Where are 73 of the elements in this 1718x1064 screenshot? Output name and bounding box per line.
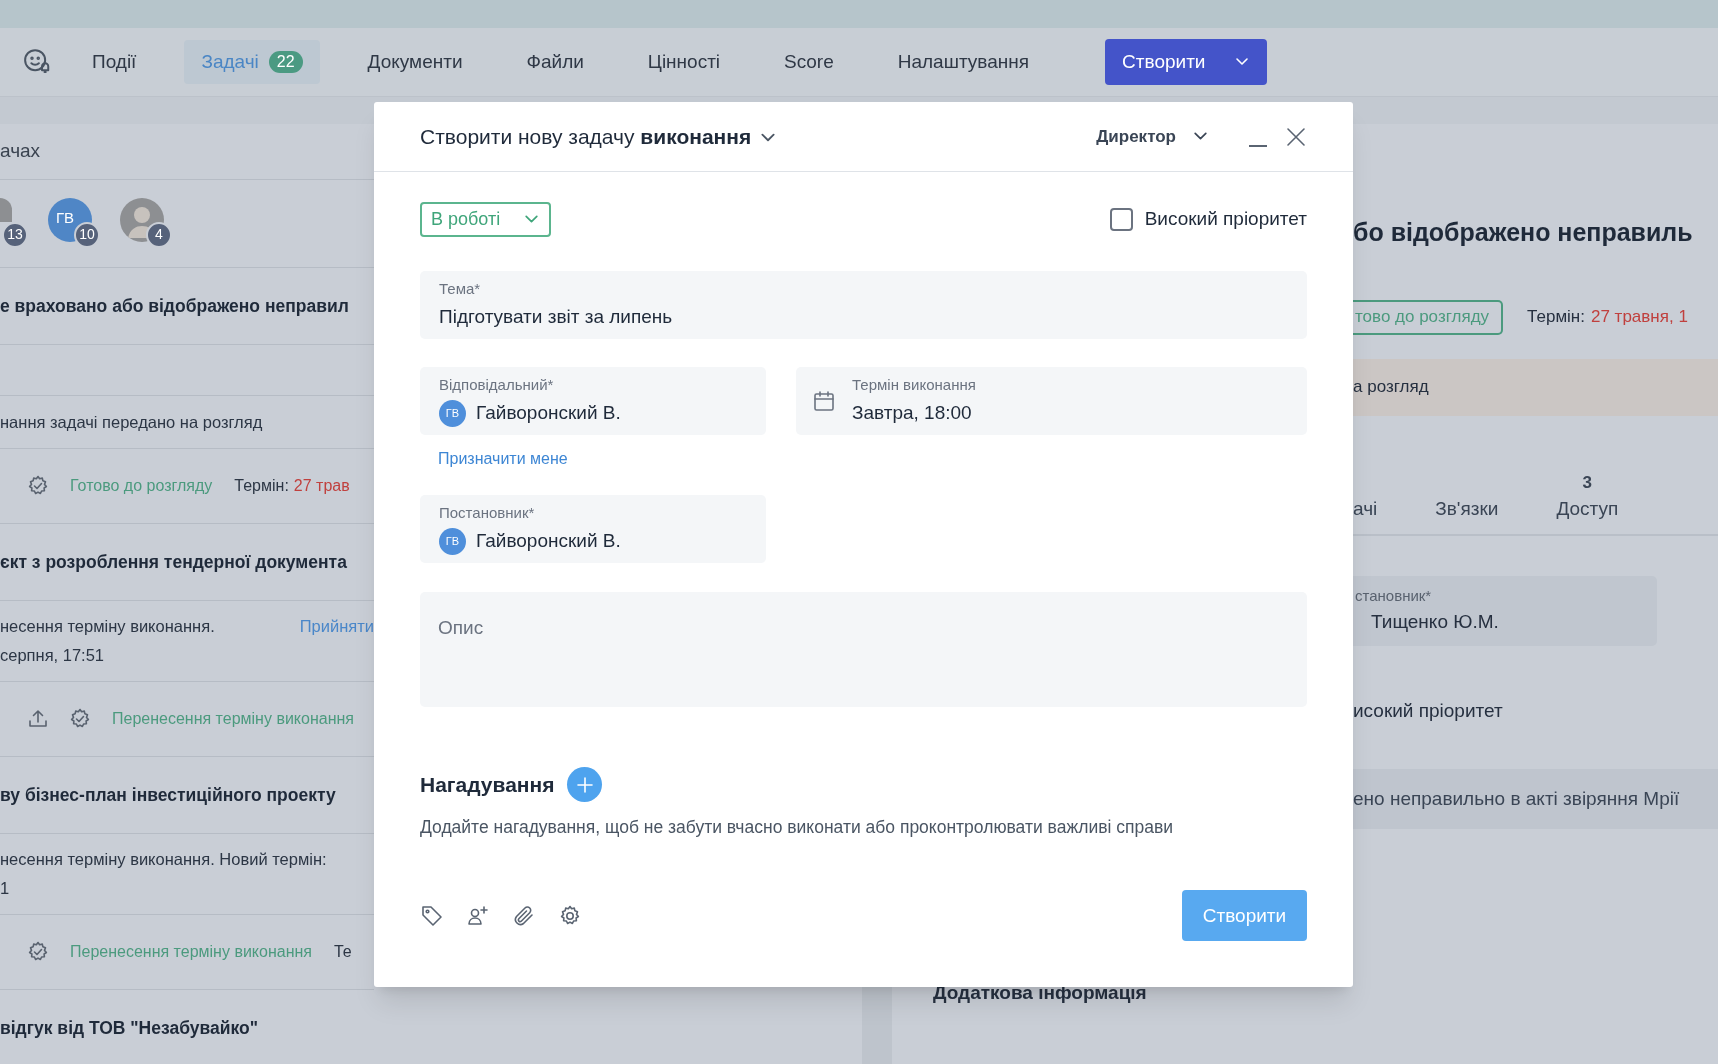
event-text: несення терміну виконання. — [0, 616, 215, 637]
due-date-field[interactable]: Термін виконання Завтра, 18:00 — [796, 367, 1307, 435]
field-label: Постановник* — [439, 502, 536, 523]
event-text: серпня, 17:51 — [0, 645, 106, 666]
description-text: ено неправильно в акті звіряння Мрії — [1353, 786, 1680, 811]
nav-tab[interactable]: Score — [778, 40, 840, 84]
nav-tab[interactable]: Події — [86, 40, 143, 84]
status-label: Готово до розгляду — [70, 476, 213, 496]
task-title: єкт з розроблення тендерної документа — [0, 550, 347, 574]
author-field[interactable]: становник* Тищенко Ю.М. — [1353, 575, 1657, 646]
role-dropdown[interactable]: Директор — [1096, 123, 1209, 150]
assignee-field[interactable]: Відповідальний* ГВ Гайворонский В. — [420, 367, 766, 435]
tag-icon[interactable] — [420, 903, 444, 928]
dialog-title: Створити нову задачу виконання — [420, 123, 752, 150]
field-value: Завтра, 18:00 — [852, 400, 973, 425]
avatar[interactable] — [120, 197, 164, 242]
nav-tab[interactable]: Документи — [361, 40, 469, 84]
tab[interactable]: 3 Доступ — [1556, 469, 1619, 522]
tab-count: 3 — [1582, 471, 1593, 494]
section-title: ачах — [0, 139, 41, 164]
add-user-icon[interactable] — [466, 903, 490, 928]
due-date: 27 трав — [293, 476, 350, 496]
section-title: Нагадування — [420, 771, 555, 798]
status-label: Перенесення терміну виконання — [70, 942, 312, 962]
task-title: е враховано або відображено неправил — [0, 294, 349, 318]
field-label: Відповідальний* — [439, 374, 555, 395]
plus-icon — [575, 774, 595, 795]
tab[interactable]: ачі — [1353, 495, 1378, 522]
status-label: Перенесення терміну виконання — [112, 709, 354, 729]
count-badge: 22 — [268, 51, 303, 73]
due-date: 27 травня, 1 — [1591, 306, 1688, 329]
nav-tab[interactable]: Файли — [520, 40, 590, 84]
assign-me-link[interactable]: Призначити мене — [438, 447, 568, 471]
description-field[interactable]: Опис — [420, 592, 1307, 707]
event-text: нання задачі передано на розгляд — [0, 411, 263, 433]
field-value: Підготувати звіт за липень — [439, 304, 674, 329]
field-label: становник* — [1355, 586, 1433, 606]
subject-field[interactable]: Тема* Підготувати звіт за липень — [420, 271, 1307, 339]
author-field[interactable]: Постановник* ГВ Гайворонский В. — [420, 495, 766, 563]
add-reminder-button[interactable] — [567, 767, 603, 802]
checkbox[interactable] — [1109, 208, 1133, 231]
calendar-icon — [812, 389, 836, 413]
task-title: ву бізнес-план інвестиційного проекту — [0, 783, 336, 807]
count-badge: 4 — [146, 221, 172, 248]
nav-tab[interactable]: Цінності — [641, 40, 727, 84]
due-label: Термін: — [234, 476, 289, 496]
field-value: Гайворонский В. — [476, 528, 621, 553]
field-label: Тема* — [439, 278, 482, 299]
create-button[interactable]: Створити — [1105, 39, 1268, 85]
hint-text: Додайте нагадування, щоб не забути вчасно виконати або проконтролювати важливі справи — [420, 816, 1174, 839]
task-heading: бо відображено неправиль — [1353, 217, 1694, 248]
task-title: відгук від ТОВ "Незабувайко" — [0, 1016, 259, 1040]
notice-text: а розгляд — [1353, 376, 1429, 399]
event-text: несення терміну виконання. Новий термін: — [0, 849, 327, 870]
avatar-initials: ГВ — [56, 207, 75, 228]
checkbox-label: Високий пріоритет — [1144, 207, 1307, 232]
field-value: Тищенко Ю.М. — [1371, 609, 1500, 634]
field-value: Гайворонский В. — [476, 400, 621, 425]
count-badge: 13 — [2, 221, 28, 248]
avatar: ГВ — [439, 399, 466, 427]
tab[interactable]: Зв'язки — [1435, 495, 1499, 522]
paperclip-icon[interactable] — [512, 903, 536, 928]
close-icon — [1285, 125, 1307, 148]
close-button[interactable] — [1285, 125, 1307, 148]
section-title: Додаткова інформація — [933, 981, 1148, 1005]
due-label: Те — [334, 942, 352, 962]
checkbox-label: исокий пріоритет — [1353, 698, 1504, 723]
avatar: ГВ — [439, 527, 466, 555]
field-label: Термін виконання — [852, 374, 976, 395]
nav-tab[interactable]: Налаштування — [891, 40, 1036, 84]
count-badge: 10 — [74, 221, 100, 248]
event-text: 1 — [0, 878, 11, 899]
due-label: Термін: — [1527, 306, 1585, 329]
